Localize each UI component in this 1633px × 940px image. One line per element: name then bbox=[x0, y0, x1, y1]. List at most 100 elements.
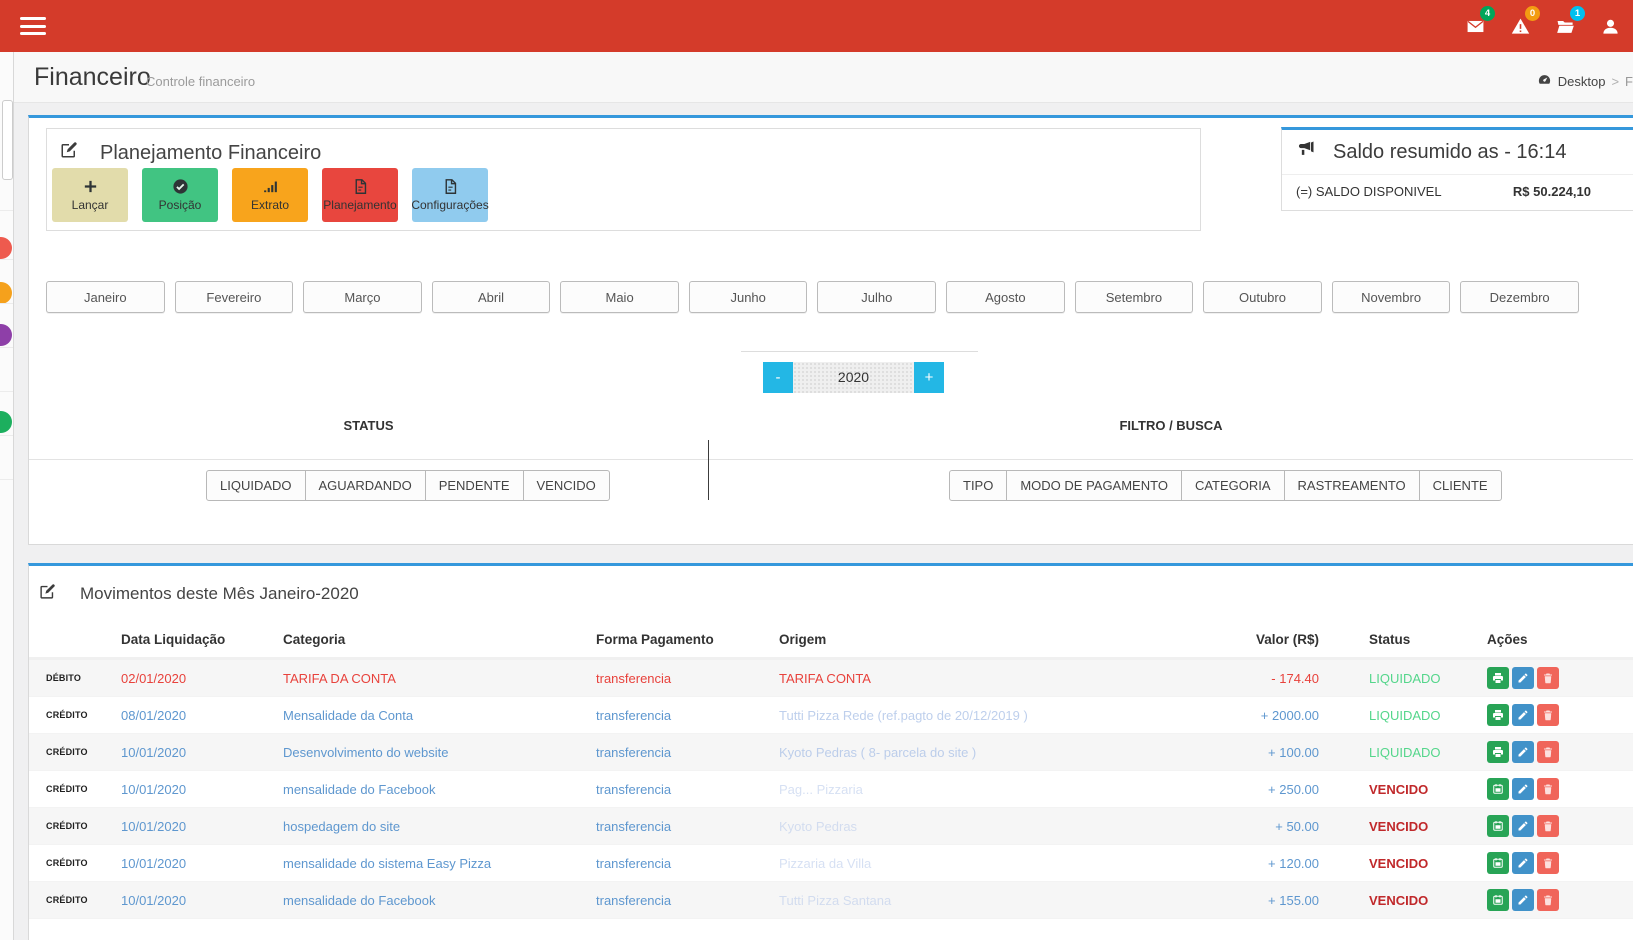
action-tile[interactable]: Planejamento bbox=[322, 168, 398, 222]
month-button[interactable]: Setembro bbox=[1075, 281, 1194, 313]
search-filter-button[interactable]: RASTREAMENTO bbox=[1284, 470, 1420, 501]
month-button[interactable]: Dezembro bbox=[1460, 281, 1579, 313]
printer-icon[interactable] bbox=[1487, 667, 1509, 689]
movement-date-link[interactable]: 02/01/2020 bbox=[121, 671, 283, 686]
month-button[interactable]: Julho bbox=[817, 281, 936, 313]
sidebar-menu-dot-icon[interactable] bbox=[0, 282, 12, 304]
sidebar-menu-dot-icon[interactable] bbox=[0, 237, 12, 259]
trash-icon[interactable] bbox=[1537, 704, 1559, 726]
pencil-icon[interactable] bbox=[1512, 889, 1534, 911]
printer-icon[interactable] bbox=[1487, 704, 1509, 726]
movement-payment-link[interactable]: transferencia bbox=[596, 819, 779, 834]
trash-icon[interactable] bbox=[1537, 815, 1559, 837]
pencil-icon[interactable] bbox=[1512, 852, 1534, 874]
search-filter-button[interactable]: CATEGORIA bbox=[1181, 470, 1285, 501]
movement-origin: Kyoto Pedras ( 8- parcela do site ) bbox=[779, 745, 1239, 760]
movement-value: - 174.40 bbox=[1239, 671, 1319, 686]
calendar-icon[interactable] bbox=[1487, 889, 1509, 911]
trash-icon[interactable] bbox=[1537, 778, 1559, 800]
movement-status: VENCIDO bbox=[1319, 782, 1469, 797]
month-button[interactable]: Agosto bbox=[946, 281, 1065, 313]
trash-icon[interactable] bbox=[1537, 889, 1559, 911]
movement-category-link[interactable]: TARIFA DA CONTA bbox=[283, 671, 596, 686]
navbar-icon-button[interactable]: 4 bbox=[1453, 0, 1498, 52]
status-filter-button[interactable]: LIQUIDADO bbox=[206, 470, 306, 501]
movement-payment-link[interactable]: transferencia bbox=[596, 893, 779, 908]
month-button[interactable]: Fevereiro bbox=[175, 281, 294, 313]
movement-actions bbox=[1469, 889, 1633, 911]
month-button[interactable]: Abril bbox=[432, 281, 551, 313]
movement-category-link[interactable]: hospedagem do site bbox=[283, 819, 596, 834]
movement-date-link[interactable]: 10/01/2020 bbox=[121, 893, 283, 908]
search-filter-button[interactable]: CLIENTE bbox=[1419, 470, 1502, 501]
calendar-icon[interactable] bbox=[1487, 815, 1509, 837]
trash-icon[interactable] bbox=[1537, 852, 1559, 874]
pencil-icon[interactable] bbox=[1512, 704, 1534, 726]
movement-category-link[interactable]: mensalidade do sistema Easy Pizza bbox=[283, 856, 596, 871]
action-tile[interactable]: Lançar bbox=[52, 168, 128, 222]
trash-icon[interactable] bbox=[1537, 667, 1559, 689]
sidebar-separator bbox=[0, 435, 14, 436]
pencil-icon[interactable] bbox=[1512, 778, 1534, 800]
collapsed-sidebar-edge[interactable] bbox=[0, 52, 14, 940]
movements-panel: Movimentos deste Mês Janeiro-2020 Data L… bbox=[28, 563, 1633, 940]
navbar-icon-button[interactable] bbox=[1588, 0, 1633, 52]
movement-payment-link[interactable]: transferencia bbox=[596, 745, 779, 760]
movement-payment-link[interactable]: transferencia bbox=[596, 708, 779, 723]
movement-type: CRÉDITO bbox=[46, 710, 121, 720]
table-header-row: Data Liquidação Categoria Forma Pagament… bbox=[29, 622, 1633, 660]
month-button[interactable]: Maio bbox=[560, 281, 679, 313]
movement-category-link[interactable]: mensalidade do Facebook bbox=[283, 893, 596, 908]
movement-type: CRÉDITO bbox=[46, 784, 121, 794]
breadcrumb-home[interactable]: Desktop bbox=[1558, 74, 1606, 89]
pencil-icon[interactable] bbox=[1512, 667, 1534, 689]
movement-date-link[interactable]: 10/01/2020 bbox=[121, 819, 283, 834]
movement-date-link[interactable]: 08/01/2020 bbox=[121, 708, 283, 723]
action-tile[interactable]: Posição bbox=[142, 168, 218, 222]
status-filter-button[interactable]: PENDENTE bbox=[425, 470, 524, 501]
breadcrumb-current: F bbox=[1625, 74, 1633, 89]
col-origin: Origem bbox=[779, 632, 1239, 647]
calendar-icon[interactable] bbox=[1487, 778, 1509, 800]
month-button[interactable]: Junho bbox=[689, 281, 808, 313]
movement-status: LIQUIDADO bbox=[1319, 745, 1469, 760]
movement-date-link[interactable]: 10/01/2020 bbox=[121, 782, 283, 797]
sidebar-separator bbox=[0, 391, 14, 392]
month-button[interactable]: Novembro bbox=[1332, 281, 1451, 313]
pencil-icon[interactable] bbox=[1512, 815, 1534, 837]
status-filter-button[interactable]: VENCIDO bbox=[523, 470, 610, 501]
movement-payment-link[interactable]: transferencia bbox=[596, 782, 779, 797]
search-filter-button[interactable]: TIPO bbox=[949, 470, 1007, 501]
movement-date-link[interactable]: 10/01/2020 bbox=[121, 745, 283, 760]
movement-category-link[interactable]: Mensalidade da Conta bbox=[283, 708, 596, 723]
movement-origin: TARIFA CONTA bbox=[779, 671, 1239, 686]
sidebar-menu-dot-icon[interactable] bbox=[0, 324, 12, 346]
navbar-icon-button[interactable]: 1 bbox=[1543, 0, 1588, 52]
planning-card: Planejamento Financeiro Lançar Posição E… bbox=[46, 128, 1201, 231]
month-button[interactable]: Março bbox=[303, 281, 422, 313]
action-tile[interactable]: Extrato bbox=[232, 168, 308, 222]
calendar-icon[interactable] bbox=[1487, 852, 1509, 874]
month-button[interactable]: Outubro bbox=[1203, 281, 1322, 313]
status-filter-button[interactable]: AGUARDANDO bbox=[305, 470, 426, 501]
movement-value: + 155.00 bbox=[1239, 893, 1319, 908]
year-plus-button[interactable]: + bbox=[914, 362, 944, 393]
navbar-icon-button[interactable]: 0 bbox=[1498, 0, 1543, 52]
menu-toggle-button[interactable] bbox=[20, 17, 46, 35]
action-tile[interactable]: Configurações bbox=[412, 168, 488, 222]
search-filter-button[interactable]: MODO DE PAGAMENTO bbox=[1006, 470, 1182, 501]
movement-payment-link[interactable]: transferencia bbox=[596, 671, 779, 686]
movement-category-link[interactable]: Desenvolvimento do website bbox=[283, 745, 596, 760]
month-button[interactable]: Janeiro bbox=[46, 281, 165, 313]
col-actions: Ações bbox=[1469, 632, 1633, 647]
year-minus-button[interactable]: - bbox=[763, 362, 793, 393]
movement-payment-link[interactable]: transferencia bbox=[596, 856, 779, 871]
notification-badge: 1 bbox=[1570, 6, 1585, 21]
sidebar-menu-dot-icon[interactable] bbox=[0, 411, 12, 433]
trash-icon[interactable] bbox=[1537, 741, 1559, 763]
saldo-label: (=) SALDO DISPONIVEL bbox=[1296, 184, 1442, 199]
movement-category-link[interactable]: mensalidade do Facebook bbox=[283, 782, 596, 797]
pencil-icon[interactable] bbox=[1512, 741, 1534, 763]
printer-icon[interactable] bbox=[1487, 741, 1509, 763]
movement-date-link[interactable]: 10/01/2020 bbox=[121, 856, 283, 871]
